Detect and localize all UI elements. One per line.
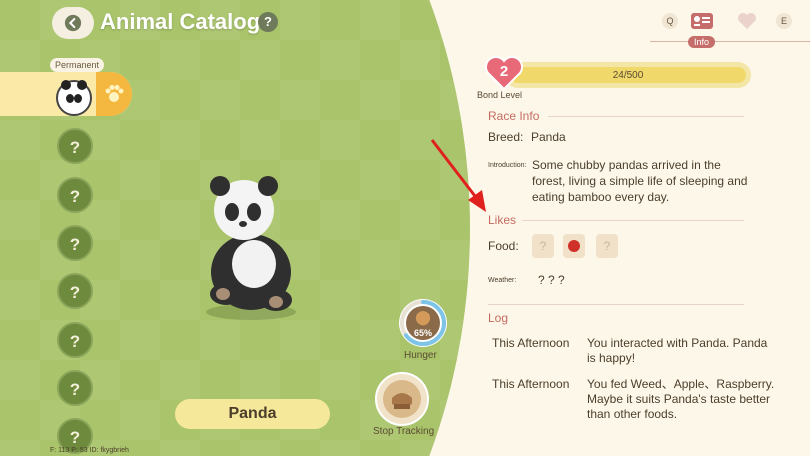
panda-avatar[interactable] [56, 80, 92, 116]
hunger-gauge: 65% [399, 299, 447, 347]
weather-label: Weather: [488, 277, 517, 284]
divider [522, 220, 744, 221]
page-title: Animal Catalog [100, 9, 261, 34]
locked-animal-slot[interactable]: ? [57, 273, 93, 309]
next-tab-key[interactable]: E [776, 13, 792, 29]
introduction-text: Some chubby pandas arrived in the forest… [532, 158, 748, 204]
unknown-food-slot[interactable]: ? [596, 234, 618, 258]
stop-tracking-button[interactable] [375, 372, 429, 426]
locked-animal-slot[interactable]: ? [57, 322, 93, 358]
log-time: This Afternoon [492, 377, 570, 391]
locked-animal-slot[interactable]: ? [57, 370, 93, 406]
panda-model [206, 176, 296, 320]
info-tab-icon[interactable] [690, 11, 714, 31]
log-message: You fed Weed、Apple、Raspberry. Maybe it s… [587, 377, 775, 421]
help-icon[interactable]: ? [258, 12, 278, 32]
bond-progress-text: 24/500 [612, 70, 644, 81]
back-button[interactable] [52, 7, 94, 39]
info-tab-label[interactable]: Info [688, 36, 716, 48]
bond-tab-icon[interactable] [736, 11, 758, 31]
breed-value: Panda [531, 130, 566, 144]
introduction-label: Introduction: [488, 162, 527, 169]
locked-animal-slot[interactable]: ? [57, 225, 93, 261]
log-time: This Afternoon [492, 336, 570, 350]
locked-animal-slot[interactable]: ? [57, 128, 93, 164]
log-message: You interacted with Panda. Panda is happ… [587, 336, 768, 365]
food-label: Food: [488, 239, 519, 253]
unknown-food-slot[interactable]: ? [532, 234, 554, 258]
breed-label: Breed: [488, 130, 524, 144]
divider [548, 116, 744, 117]
permanent-label: Permanent [50, 58, 105, 72]
race-info-title: Race Info [488, 109, 540, 123]
apple-icon [568, 240, 580, 252]
likes-title: Likes [488, 213, 517, 227]
weather-value: ? ? ? [538, 273, 565, 287]
hunger-label: Hunger [404, 350, 437, 361]
bond-level-number: 2 [499, 63, 509, 80]
log-title: Log [488, 311, 509, 325]
prev-tab-key[interactable]: Q [662, 13, 678, 29]
locked-animal-slot[interactable]: ? [57, 177, 93, 213]
tracking-icon [383, 380, 421, 418]
bond-level-label: Bond Level [477, 90, 523, 100]
back-arrow-icon [64, 14, 82, 32]
hunger-percent: 65% [414, 328, 432, 338]
debug-coordinates: F: 113 P: 53 ID: fkygbrieh [50, 447, 129, 454]
divider [488, 304, 744, 305]
animal-name-plate: Panda [175, 399, 330, 429]
nav-underline [650, 41, 810, 42]
stop-tracking-label: Stop Tracking [373, 426, 435, 437]
